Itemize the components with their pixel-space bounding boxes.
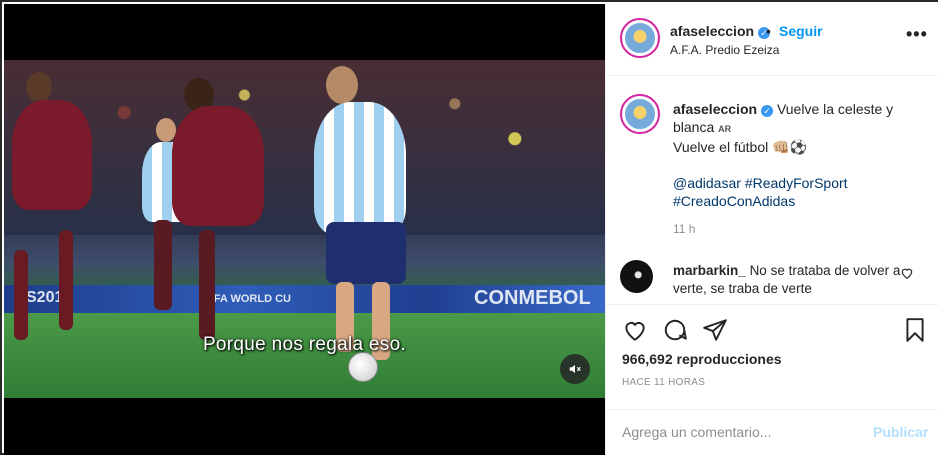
header-username[interactable]: afaseleccion ✓ <box>670 23 771 39</box>
afa-logo-icon <box>624 22 656 54</box>
post-side-panel: afaseleccion ✓ • Seguir A.F.A. Predio Eze… <box>605 4 938 455</box>
verified-icon: ✓ <box>761 105 774 117</box>
afa-logo-icon <box>624 98 656 130</box>
comments-section: afaseleccion ✓ Vuelve la celeste y blanca… <box>606 76 938 304</box>
follow-button[interactable]: Seguir <box>779 23 823 39</box>
player-leg <box>199 230 215 340</box>
stadium-crowd <box>4 60 605 235</box>
post-age[interactable]: HACE 11 HORAS <box>622 377 705 388</box>
caption-username[interactable]: afaseleccion <box>673 101 757 117</box>
argentina-player-front <box>314 102 406 234</box>
hashtag-link[interactable]: #ReadyForSport <box>745 175 848 191</box>
add-comment-bar: Publicar <box>606 409 938 455</box>
post-actions: 966,692 reproducciones HACE 11 HORAS <box>606 304 938 409</box>
location-link[interactable]: A.F.A. Predio Ezeiza <box>670 43 779 57</box>
board-text-left: S201 <box>26 289 64 306</box>
caption-timestamp[interactable]: 11 h <box>673 222 695 236</box>
publish-button[interactable]: Publicar <box>873 424 928 440</box>
mute-button[interactable] <box>560 354 590 384</box>
separator-dot: • <box>766 23 771 39</box>
view-count[interactable]: 966,692 reproducciones <box>622 351 782 367</box>
mute-icon <box>569 364 581 374</box>
avatar[interactable] <box>620 94 660 134</box>
venezuela-player-left <box>12 100 92 210</box>
hashtag-link[interactable]: #CreadoConAdidas <box>673 193 795 209</box>
post-window: S201 FIFA WORLD CU CONMEBOL Porque nos r… <box>0 0 938 455</box>
video-player[interactable]: S201 FIFA WORLD CU CONMEBOL Porque nos r… <box>4 4 605 455</box>
caption-text: afaseleccion ✓ Vuelve la celeste y blanca… <box>673 100 928 210</box>
player-head <box>26 72 52 102</box>
flag-label: AR <box>718 124 732 134</box>
comment-text: marbarkin_ No se trataba de volver a ver… <box>673 262 903 298</box>
player-leg <box>154 220 172 310</box>
avatar[interactable] <box>620 18 660 58</box>
username-text: afaseleccion <box>670 23 755 39</box>
post-header: afaseleccion ✓ • Seguir A.F.A. Predio Eze… <box>606 4 938 76</box>
advertising-boards: S201 FIFA WORLD CU CONMEBOL <box>4 285 605 313</box>
more-options-icon[interactable]: ••• <box>906 24 928 45</box>
venezuela-player-center <box>172 106 264 226</box>
caption-line2: Vuelve el fútbol 👊🏼⚽ <box>673 139 807 155</box>
player-leg <box>59 230 73 330</box>
video-subtitle: Porque nos regala eso. <box>202 334 407 355</box>
board-text-mid: FIFA WORLD CU <box>204 293 291 305</box>
avatar[interactable] <box>620 260 653 293</box>
share-icon[interactable] <box>702 317 728 343</box>
board-text-right: CONMEBOL <box>474 287 591 309</box>
like-comment-icon[interactable] <box>900 266 914 280</box>
comment-username[interactable]: marbarkin_ <box>673 263 746 278</box>
player-head <box>326 66 358 104</box>
comment-icon[interactable] <box>662 317 688 343</box>
player-shorts <box>326 222 406 284</box>
player-leg <box>14 250 28 340</box>
heart-icon[interactable] <box>622 317 648 343</box>
mention-link[interactable]: @adidasar <box>673 175 741 191</box>
comment-input[interactable] <box>622 420 862 444</box>
save-bookmark-icon[interactable] <box>902 317 928 343</box>
football <box>348 352 378 382</box>
